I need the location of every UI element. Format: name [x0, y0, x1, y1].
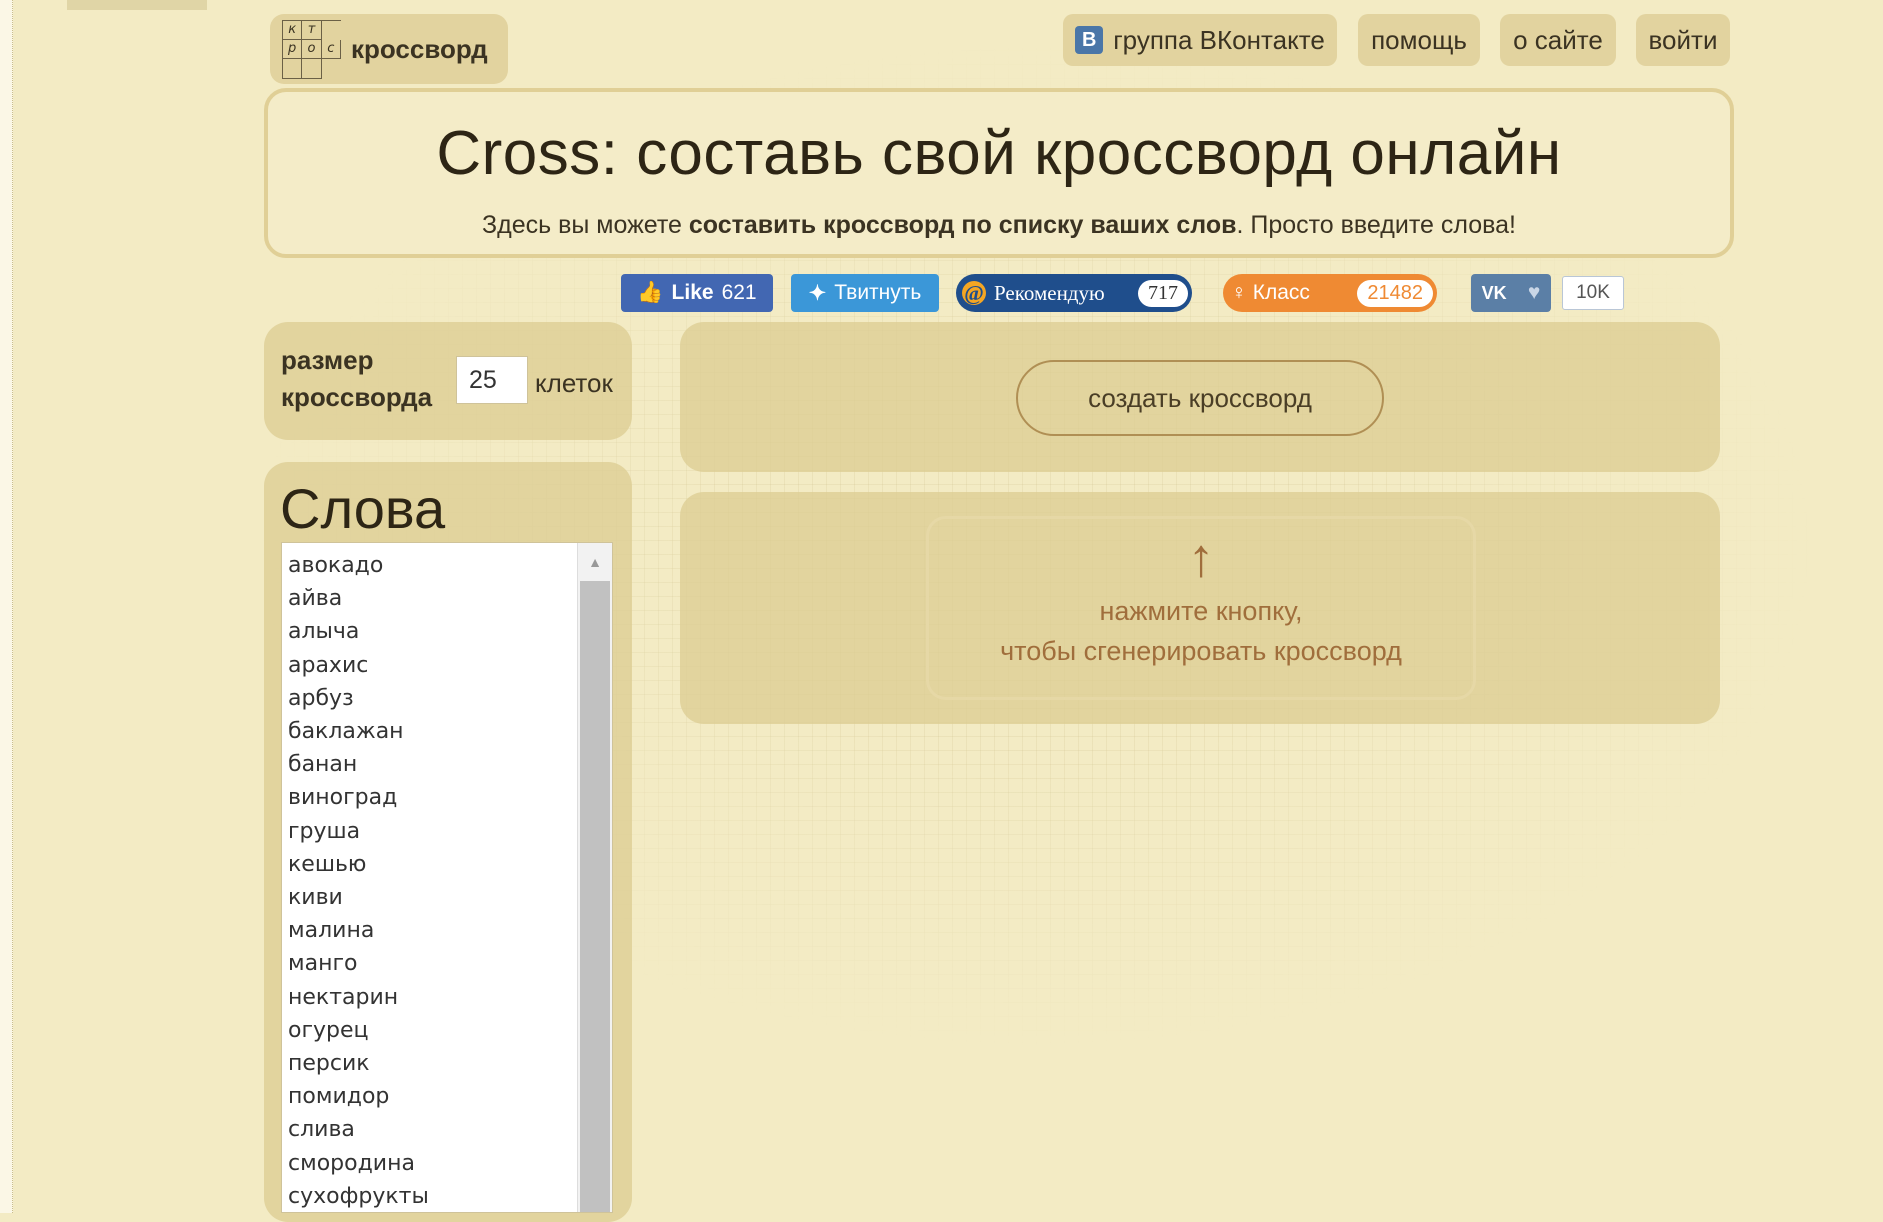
hint-line1: нажмите кнопку,	[1099, 596, 1303, 626]
word-item: кешью	[288, 851, 367, 877]
vk-group-label: группа ВКонтакте	[1113, 24, 1325, 55]
fb-like-label: Like	[671, 281, 714, 304]
twitter-tweet-button[interactable]: ✦ Твитнуть	[791, 274, 939, 312]
word-item: огурец	[288, 1017, 369, 1043]
word-item: манго	[288, 951, 358, 977]
twitter-bird-icon: ✦	[808, 281, 827, 305]
subtitle-suffix: . Просто введите слова!	[1236, 211, 1516, 239]
word-item: арахис	[288, 652, 369, 678]
word-item: баклажан	[288, 719, 404, 745]
vk-group-button[interactable]: B группа ВКонтакте	[1063, 14, 1337, 66]
ok-label: Класс	[1252, 281, 1310, 304]
word-item: айва	[288, 586, 343, 612]
mailru-recommend-button[interactable]: @ Рекомендую 717	[956, 274, 1192, 312]
ok-person-icon: ♀	[1231, 281, 1247, 304]
page-title: Cross: составь свой кроссворд онлайн	[436, 119, 1562, 188]
site-logo[interactable]: к т р о с кроссворд	[270, 14, 508, 84]
scroll-up-arrow-icon[interactable]: ▲	[578, 543, 612, 581]
help-button[interactable]: помощь	[1358, 14, 1480, 66]
vk-icon: B	[1075, 26, 1104, 54]
vk-like-button[interactable]: VK ♥	[1471, 274, 1551, 312]
logo-letter: о	[302, 39, 322, 60]
login-button[interactable]: войти	[1636, 14, 1730, 66]
facebook-like-button[interactable]: 👍 Like 621	[621, 274, 773, 312]
size-label: размер кроссворда	[281, 342, 432, 416]
left-edge	[0, 0, 13, 1213]
word-item: виноград	[288, 785, 398, 811]
fb-like-count: 621	[721, 281, 757, 304]
tw-label: Твитнуть	[834, 281, 922, 304]
arrow-up-icon: ↑	[1187, 528, 1215, 588]
logo-letter	[283, 59, 303, 79]
word-item: смородина	[288, 1150, 415, 1176]
vk-like-count: 10K	[1562, 276, 1624, 310]
heart-icon: ♥	[1527, 281, 1541, 304]
logo-letter	[322, 59, 341, 78]
word-item: авокадо	[288, 553, 384, 578]
subtitle-bold: составить кроссворд по списку ваших слов	[688, 211, 1237, 239]
words-scrollbar[interactable]: ▲	[577, 543, 612, 1212]
words-title: Слова	[280, 477, 446, 540]
logo-letter	[302, 59, 322, 79]
word-item: нектарин	[288, 984, 399, 1010]
size-unit-label: клеток	[535, 368, 613, 398]
size-label-line2: кроссворда	[281, 382, 433, 412]
create-crossword-button[interactable]: создать кроссворд	[1016, 360, 1384, 436]
mailru-at-icon: @	[962, 281, 986, 305]
word-item: персик	[288, 1051, 370, 1077]
logo-letter: т	[302, 20, 322, 40]
words-items: авокадо айва алыча арахис арбуз баклажан банан…	[282, 543, 612, 1212]
hint-box: ↑ нажмите кнопку, чтобы сгенерировать кр…	[926, 516, 1476, 700]
mr-label: Рекомендую	[994, 280, 1105, 305]
size-label-line1: размер	[281, 345, 374, 375]
top-tab-stub	[67, 0, 207, 10]
about-button[interactable]: о сайте	[1500, 14, 1616, 66]
word-item: помидор	[288, 1084, 390, 1110]
odnoklassniki-class-button[interactable]: ♀ Класс 21482	[1223, 274, 1437, 312]
word-item: киви	[288, 885, 343, 911]
word-item: банан	[288, 752, 358, 778]
login-label: войти	[1648, 24, 1718, 55]
words-textarea[interactable]: авокадо айва алыча арахис арбуз баклажан банан…	[281, 542, 613, 1213]
hint-line2: чтобы сгенерировать кроссворд	[1000, 636, 1402, 666]
ok-count: 21482	[1357, 279, 1433, 307]
help-label: помощь	[1371, 24, 1467, 55]
word-item: слива	[288, 1117, 355, 1143]
logo-letter: к	[283, 20, 303, 40]
hint-text: нажмите кнопку, чтобы сгенерировать крос…	[929, 591, 1473, 671]
logo-grid-icon: к т р о с	[282, 19, 341, 79]
vk-logo-icon: VK	[1481, 282, 1507, 303]
logo-letter	[322, 21, 341, 40]
logo-letter: с	[321, 39, 341, 60]
word-item: груша	[288, 818, 361, 844]
word-item: сухофрукты	[288, 1183, 429, 1209]
word-item: малина	[288, 918, 375, 944]
logo-text: кроссворд	[351, 33, 488, 64]
word-item: алыча	[288, 619, 360, 645]
scroll-thumb[interactable]	[580, 581, 610, 1212]
header-box: Cross: составь свой кроссворд онлайн Зде…	[264, 88, 1734, 258]
size-input[interactable]	[456, 356, 528, 404]
thumbs-up-icon: 👍	[637, 281, 664, 304]
word-item: арбуз	[288, 685, 354, 711]
logo-letter: р	[283, 39, 303, 60]
page-subtitle: Здесь вы можете составить кроссворд по с…	[268, 211, 1730, 240]
about-label: о сайте	[1513, 24, 1603, 55]
subtitle-prefix: Здесь вы можете	[482, 211, 689, 239]
mr-count: 717	[1138, 279, 1188, 307]
